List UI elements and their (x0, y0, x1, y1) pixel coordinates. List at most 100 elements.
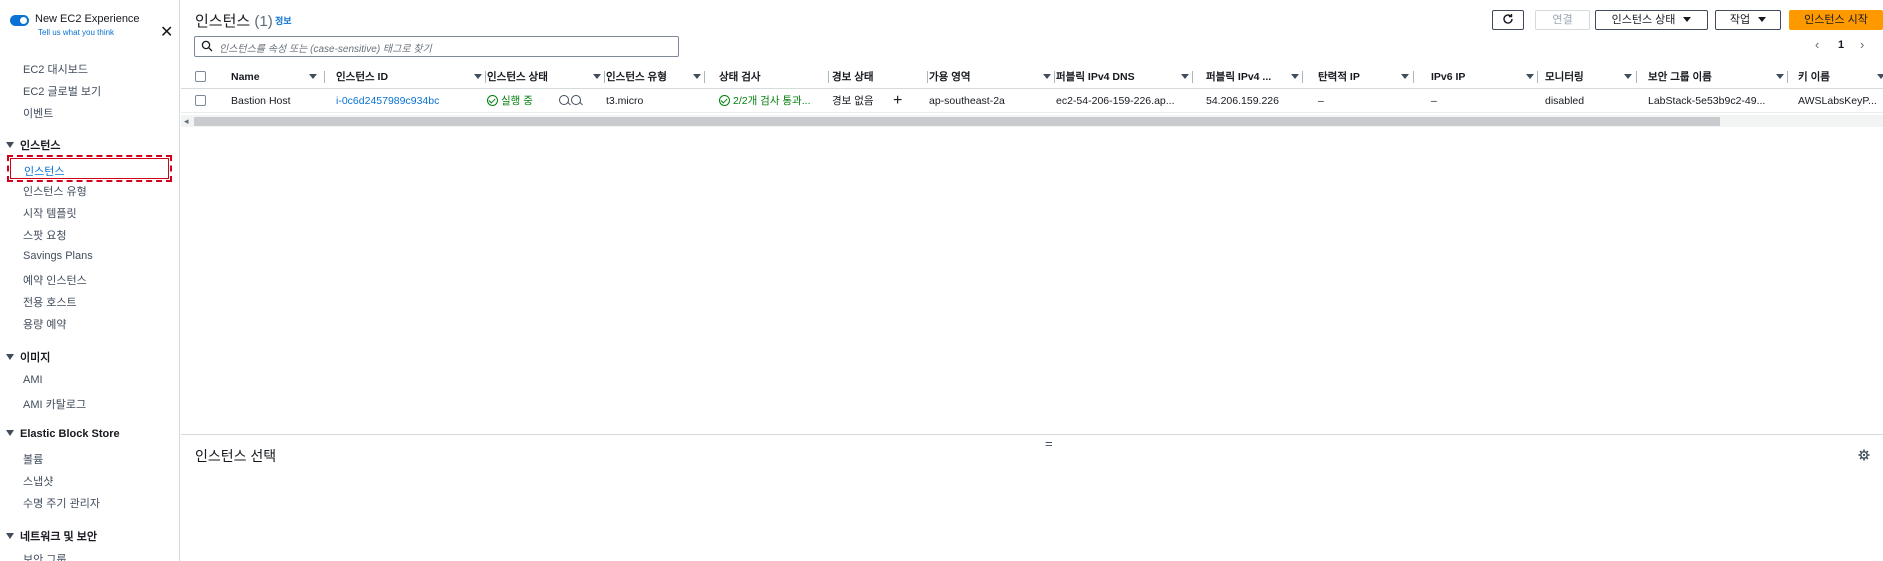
sidebar-item-dashboard[interactable]: EC2 대시보드 (23, 61, 88, 77)
sidebar-item-launch-templates[interactable]: 시작 템플릿 (23, 205, 77, 221)
search-placeholder: 인스턴스를 속성 또는 (case-sensitive) 태그로 찾기 (219, 44, 432, 55)
column-divider[interactable] (927, 71, 928, 83)
cell-security-group[interactable]: LabStack-5e53b9c2-49... (1648, 89, 1788, 113)
chevron-right-icon[interactable]: › (1860, 38, 1864, 52)
sort-icon[interactable] (1291, 74, 1299, 79)
zoom-out-icon[interactable] (571, 95, 581, 105)
sidebar-item-reserved-instances[interactable]: 예약 인스턴스 (23, 272, 87, 288)
column-divider[interactable] (704, 71, 705, 83)
column-header-instance-state[interactable]: 인스턴스 상태 (487, 65, 605, 89)
status-check-label: 2/2개 검사 통과... (733, 95, 811, 107)
sidebar-section-network[interactable]: 네트워크 및 보안 (6, 528, 97, 544)
page-title: 인스턴스 (1) (195, 10, 273, 31)
column-divider[interactable] (828, 71, 829, 83)
column-header-elastic-ip[interactable]: 탄력적 IP (1318, 65, 1431, 89)
column-header-public-ipv4[interactable]: 퍼블릭 IPv4 ... (1206, 65, 1326, 89)
column-divider[interactable] (1413, 71, 1414, 83)
sidebar-item-spot-requests[interactable]: 스팟 요청 (23, 227, 67, 243)
sort-icon[interactable] (1877, 74, 1883, 79)
column-header-alarm-status[interactable]: 경보 상태 (832, 65, 928, 89)
column-header-security-group[interactable]: 보안 그룹 이름 (1648, 65, 1793, 89)
new-experience-toggle[interactable] (10, 15, 29, 26)
sort-icon[interactable] (474, 74, 482, 79)
sidebar-item-capacity-reservations[interactable]: 용량 예약 (23, 316, 67, 332)
horizontal-scrollbar[interactable]: ◂ (181, 115, 1883, 127)
chevron-left-icon[interactable]: ‹ (1815, 38, 1819, 52)
column-divider[interactable] (1636, 71, 1637, 83)
instance-state-dropdown[interactable]: 인스턴스 상태 (1595, 10, 1708, 30)
column-divider[interactable] (1302, 71, 1303, 83)
scroll-left-icon[interactable]: ◂ (184, 116, 189, 127)
zoom-in-icon[interactable] (559, 95, 569, 105)
caret-down-icon (6, 142, 14, 148)
scrollbar-thumb[interactable] (194, 117, 1720, 126)
cell-instance-id[interactable]: i-0c6d2457989c934bc (336, 89, 439, 113)
sidebar-item-dedicated-hosts[interactable]: 전용 호스트 (23, 294, 77, 310)
column-divider[interactable] (1192, 71, 1193, 83)
sidebar-item-lifecycle-manager[interactable]: 수명 주기 관리자 (23, 495, 100, 511)
sort-icon[interactable] (1181, 74, 1189, 79)
cell-status-check[interactable]: 2/2개 검사 통과... (719, 89, 829, 113)
sidebar-item-events[interactable]: 이벤트 (23, 105, 53, 121)
column-label: 경보 상태 (832, 71, 874, 83)
sidebar-item-snapshots[interactable]: 스냅샷 (23, 473, 53, 489)
column-header-name[interactable]: Name (231, 65, 326, 89)
sort-icon[interactable] (1526, 74, 1534, 79)
connect-button[interactable]: 연결 (1535, 10, 1590, 30)
column-label: 모니터링 (1545, 71, 1584, 83)
split-panel: = 인스턴스 선택 (181, 434, 1883, 561)
sort-icon[interactable] (693, 74, 701, 79)
page-number[interactable]: 1 (1838, 39, 1844, 51)
table-header: Name 인스턴스 ID 인스턴스 상태 인스턴스 유형 상태 검사 경보 상태… (181, 65, 1883, 89)
sidebar-section-instances[interactable]: 인스턴스 (6, 137, 60, 153)
resize-handle[interactable]: = (1045, 436, 1053, 451)
search-input[interactable]: 인스턴스를 속성 또는 (case-sensitive) 태그로 찾기 (194, 36, 679, 57)
column-divider[interactable] (324, 71, 325, 83)
column-divider[interactable] (1537, 71, 1538, 83)
sidebar-section-ebs[interactable]: Elastic Block Store (6, 428, 120, 440)
column-header-availability-zone[interactable]: 가용 영역 (929, 65, 1055, 89)
sidebar-item-security-groups[interactable]: 보안 그룹 (23, 551, 67, 561)
column-divider[interactable] (485, 71, 486, 83)
sort-icon[interactable] (1401, 74, 1409, 79)
feedback-link[interactable]: Tell us what you think (38, 28, 114, 37)
column-header-monitoring[interactable]: 모니터링 (1545, 65, 1653, 89)
column-header-key-name[interactable]: 키 이름 (1798, 65, 1883, 89)
column-label: 인스턴스 유형 (606, 71, 667, 83)
column-divider[interactable] (1787, 71, 1788, 83)
pagination: ‹ 1 › (1812, 38, 1872, 54)
sidebar-item-ami[interactable]: AMI (23, 374, 43, 386)
gear-icon[interactable] (1858, 449, 1870, 461)
success-icon (719, 95, 730, 106)
column-header-ipv6[interactable]: IPv6 IP (1431, 65, 1546, 89)
select-all-checkbox[interactable] (195, 71, 206, 82)
sidebar-item-instance-types[interactable]: 인스턴스 유형 (23, 183, 87, 199)
sidebar-item-label: 인스턴스 (24, 166, 65, 178)
actions-dropdown[interactable]: 작업 (1715, 10, 1781, 30)
sidebar-item-volumes[interactable]: 볼륨 (23, 451, 43, 467)
column-divider[interactable] (1054, 71, 1055, 83)
column-header-status-check[interactable]: 상태 검사 (719, 65, 829, 89)
sidebar-section-images[interactable]: 이미지 (6, 349, 50, 365)
column-header-instance-type[interactable]: 인스턴스 유형 (606, 65, 705, 89)
table-row[interactable]: Bastion Host i-0c6d2457989c934bc 실행 중 t3… (181, 89, 1883, 113)
column-header-public-dns[interactable]: 퍼블릭 IPv4 DNS (1056, 65, 1195, 89)
launch-instances-button[interactable]: 인스턴스 시작 (1789, 10, 1883, 30)
sidebar-item-ami-catalog[interactable]: AMI 카탈로그 (23, 396, 86, 412)
sort-icon[interactable] (309, 74, 317, 79)
close-icon[interactable]: ✕ (160, 25, 174, 41)
column-divider[interactable] (604, 71, 605, 83)
sort-icon[interactable] (1624, 74, 1632, 79)
sort-icon[interactable] (1776, 74, 1784, 79)
add-alarm-icon[interactable]: + (893, 89, 902, 113)
sort-icon[interactable] (1043, 74, 1051, 79)
sidebar-item-global-view[interactable]: EC2 글로벌 보기 (23, 83, 101, 99)
row-checkbox[interactable] (195, 95, 206, 106)
page-title-text: 인스턴스 (195, 13, 251, 30)
column-header-instance-id[interactable]: 인스턴스 ID (336, 65, 487, 89)
refresh-button[interactable] (1492, 10, 1524, 30)
sort-icon[interactable] (593, 74, 601, 79)
info-link[interactable]: 정보 (275, 14, 292, 27)
sidebar-item-savings-plans[interactable]: Savings Plans (23, 250, 93, 262)
sidebar-item-instances[interactable]: 인스턴스 (7, 155, 172, 182)
